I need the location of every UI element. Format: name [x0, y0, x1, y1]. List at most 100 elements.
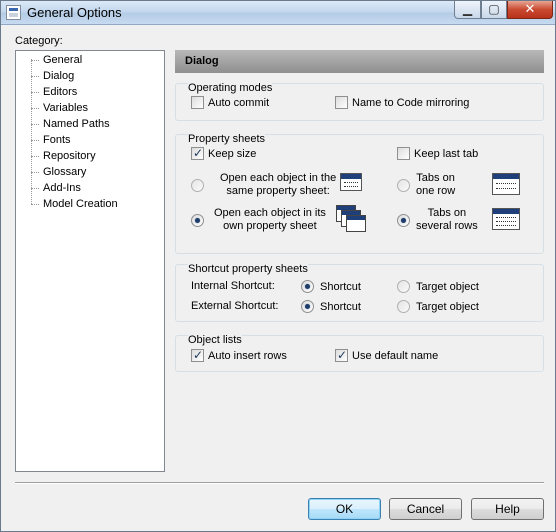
- tree-item-label: Variables: [43, 102, 89, 114]
- group-title: Object lists: [188, 334, 242, 346]
- external-shortcut-radio[interactable]: Shortcut: [301, 300, 361, 313]
- radio-label: Shortcut: [320, 280, 361, 293]
- tree-item-fonts[interactable]: Fonts: [31, 133, 73, 148]
- group-title: Operating modes: [188, 82, 273, 94]
- radio-label: Open each object in the same property sh…: [220, 172, 336, 198]
- radio-label: Shortcut: [320, 300, 361, 313]
- use-default-name-checkbox[interactable]: Use default name: [335, 348, 439, 362]
- checkbox-label: Auto insert rows: [208, 349, 287, 362]
- radio-label-line: same property sheet:: [226, 185, 330, 197]
- checkbox-box[interactable]: [335, 96, 348, 109]
- checkbox-label: Name to Code mirroring: [352, 96, 470, 109]
- external-target-object-radio[interactable]: Target object: [397, 300, 479, 313]
- tree-item-named-paths[interactable]: Named Paths: [31, 117, 112, 132]
- tree-item-label: Fonts: [43, 134, 71, 146]
- tree-item-variables[interactable]: Variables: [31, 101, 90, 116]
- radio-button[interactable]: [301, 280, 314, 293]
- title-bar[interactable]: General Options ▁ ▢ ✕: [1, 1, 555, 25]
- radio-button[interactable]: [397, 213, 410, 227]
- tree-item-dialog[interactable]: Dialog: [31, 69, 76, 84]
- tree-item-label: Dialog: [43, 70, 75, 82]
- tabs-one-row-radio[interactable]: Tabs on one row: [397, 172, 455, 198]
- radio-label-line: own property sheet: [223, 220, 317, 232]
- open-same-sheet-radio[interactable]: Open each object in the same property sh…: [191, 172, 336, 198]
- radio-button[interactable]: [397, 300, 410, 313]
- tree-item-glossary[interactable]: Glossary: [31, 165, 88, 180]
- radio-label: Open each object in its own property she…: [214, 207, 326, 233]
- cancel-button[interactable]: Cancel: [389, 498, 462, 520]
- external-shortcut-label: External Shortcut:: [191, 300, 279, 312]
- radio-label-line: several rows: [416, 220, 478, 232]
- window-title: General Options: [27, 5, 122, 20]
- radio-button[interactable]: [397, 178, 410, 192]
- checkbox-label: Keep last tab: [414, 147, 479, 160]
- radio-button[interactable]: [397, 280, 410, 293]
- checkbox-box[interactable]: [191, 96, 204, 109]
- radio-label: Target object: [416, 280, 479, 293]
- internal-target-object-radio[interactable]: Target object: [397, 280, 479, 293]
- help-button[interactable]: Help: [471, 498, 544, 520]
- tree-item-model-creation[interactable]: Model Creation: [31, 197, 120, 212]
- radio-label-line: Tabs on: [416, 172, 455, 184]
- general-options-window: General Options ▁ ▢ ✕ Category: General …: [0, 0, 556, 532]
- tree-item-label: Model Creation: [43, 198, 118, 210]
- radio-label-line: Open each object in the: [220, 172, 337, 184]
- tree-item-label: Glossary: [43, 166, 87, 178]
- checkbox-label: Auto commit: [208, 96, 270, 109]
- checkbox-box[interactable]: [397, 147, 410, 160]
- radio-label: Tabs on several rows: [416, 207, 478, 233]
- close-icon: ✕: [524, 2, 536, 17]
- single-sheet-icon: [340, 173, 362, 191]
- radio-label-line: Open each object in its: [214, 207, 326, 219]
- app-icon: [6, 5, 21, 20]
- radio-button[interactable]: [191, 213, 204, 227]
- category-tree[interactable]: General Dialog Editors Variables Named P…: [15, 50, 165, 472]
- minimize-button[interactable]: ▁: [454, 1, 481, 19]
- checkbox-box[interactable]: [335, 348, 348, 362]
- radio-label: Tabs on one row: [416, 172, 455, 198]
- group-title: Shortcut property sheets: [188, 263, 308, 275]
- shortcut-property-sheets-group: Shortcut property sheets Internal Shortc…: [175, 263, 544, 322]
- maximize-button[interactable]: ▢: [481, 1, 507, 19]
- open-own-sheet-radio[interactable]: Open each object in its own property she…: [191, 207, 326, 233]
- maximize-icon: ▢: [488, 2, 500, 16]
- panel-title: Dialog: [175, 50, 544, 73]
- radio-button[interactable]: [191, 178, 204, 192]
- tree-item-editors[interactable]: Editors: [31, 85, 79, 100]
- checkbox-label: Keep size: [208, 147, 257, 160]
- internal-shortcut-radio[interactable]: Shortcut: [301, 280, 361, 293]
- name-to-code-mirroring-checkbox[interactable]: Name to Code mirroring: [335, 96, 469, 109]
- property-sheets-group: Property sheets Keep size Keep last tab …: [175, 133, 544, 254]
- object-lists-group: Object lists Auto insert rows Use defaul…: [175, 334, 544, 372]
- dialog-settings-panel: Dialog Operating modes Auto commit Name …: [175, 50, 544, 472]
- checkbox-box[interactable]: [191, 348, 204, 362]
- auto-insert-rows-checkbox[interactable]: Auto insert rows: [191, 348, 287, 362]
- internal-shortcut-label: Internal Shortcut:: [191, 280, 275, 292]
- tabs-one-row-icon: [492, 173, 520, 195]
- radio-label-line: one row: [416, 185, 456, 197]
- operating-modes-group: Operating modes Auto commit Name to Code…: [175, 82, 544, 121]
- keep-size-checkbox[interactable]: Keep size: [191, 146, 257, 160]
- checkbox-label: Use default name: [352, 349, 439, 362]
- divider: [15, 482, 544, 484]
- tree-item-label: Add-Ins: [43, 182, 81, 194]
- radio-label-line: Tabs on: [427, 207, 467, 219]
- tree-item-general[interactable]: General: [31, 53, 84, 68]
- multiple-sheets-icon: [336, 205, 366, 233]
- tree-item-label: General: [43, 54, 83, 66]
- tree-item-add-ins[interactable]: Add-Ins: [31, 181, 83, 196]
- close-button[interactable]: ✕: [507, 1, 553, 19]
- category-label: Category:: [15, 35, 63, 47]
- tabs-several-rows-icon: [492, 208, 520, 230]
- tabs-several-rows-radio[interactable]: Tabs on several rows: [397, 207, 478, 233]
- auto-commit-checkbox[interactable]: Auto commit: [191, 96, 269, 109]
- keep-last-tab-checkbox[interactable]: Keep last tab: [397, 147, 478, 160]
- tree-item-label: Repository: [43, 150, 96, 162]
- tree-item-label: Editors: [43, 86, 78, 98]
- checkbox-box[interactable]: [191, 146, 204, 160]
- tree-item-repository[interactable]: Repository: [31, 149, 98, 164]
- ok-button[interactable]: OK: [308, 498, 381, 520]
- radio-button[interactable]: [301, 300, 314, 313]
- radio-label: Target object: [416, 300, 479, 313]
- tree-item-label: Named Paths: [43, 118, 110, 130]
